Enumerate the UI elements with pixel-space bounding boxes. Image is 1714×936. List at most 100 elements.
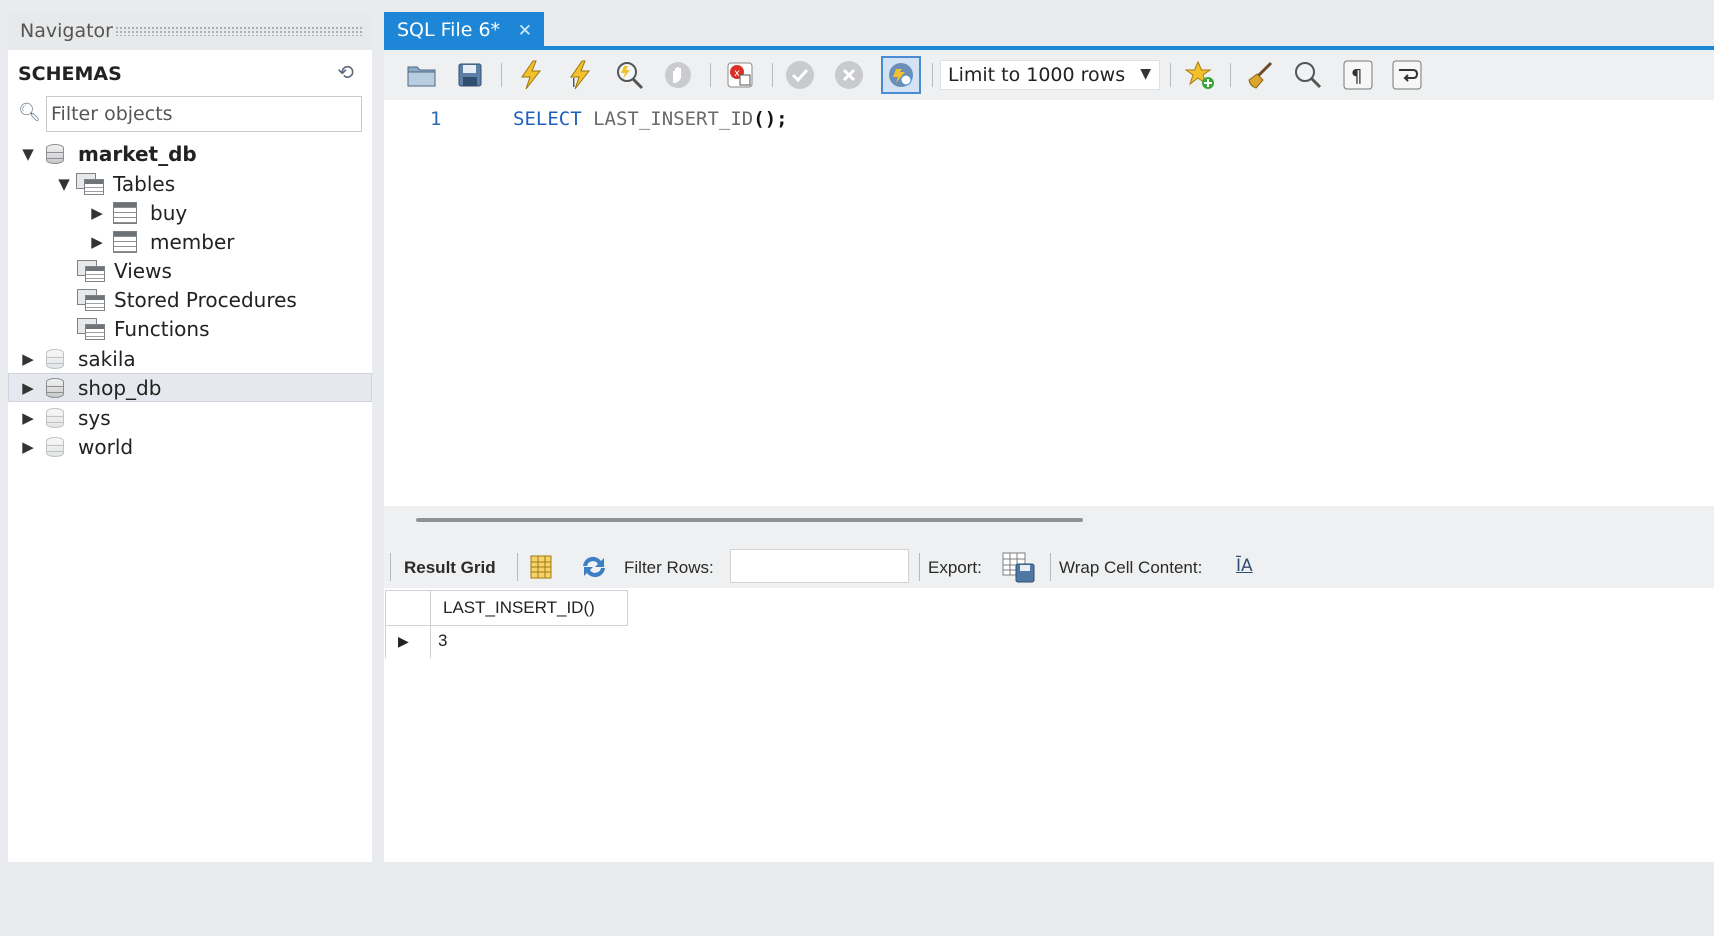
views-folder-icon	[77, 259, 105, 282]
refresh-icon[interactable]	[579, 554, 609, 584]
expand-arrow-icon[interactable]: ▶	[20, 409, 36, 427]
execute-current-icon[interactable]: I	[564, 59, 596, 91]
schemas-label: SCHEMAS	[18, 63, 122, 85]
beautify-icon[interactable]	[1244, 59, 1276, 91]
open-file-icon[interactable]	[406, 59, 438, 91]
toolbar-separator	[1170, 63, 1171, 87]
grid-corner	[385, 590, 431, 626]
svg-text:x: x	[734, 68, 740, 79]
filter-row: 🔍︎	[8, 94, 372, 134]
close-icon[interactable]: ✕	[518, 21, 532, 41]
expand-arrow-icon[interactable]: ▶	[89, 233, 105, 251]
export-label: Export:	[928, 558, 982, 577]
wrap-cell-label: Wrap Cell Content:	[1059, 558, 1203, 577]
current-row-arrow-icon: ▶	[398, 634, 409, 650]
tree-item-label: Tables	[113, 171, 176, 196]
tree-item-label: Views	[114, 258, 172, 283]
toolbar-separator	[772, 63, 773, 87]
expand-arrow-icon[interactable]: ▶	[89, 204, 105, 222]
tree-item-shop-db[interactable]: ▶ shop_db	[8, 373, 372, 402]
toolbar-separator	[1230, 63, 1231, 87]
rollback-icon[interactable]	[833, 59, 865, 91]
collapse-arrow-icon[interactable]: ▼	[56, 175, 72, 193]
limit-rows-select[interactable]: Limit to 1000 rows ▼	[940, 60, 1160, 90]
tree-item-stored-procedures[interactable]: Stored Procedures	[8, 285, 372, 314]
schemas-bar: SCHEMAS	[8, 56, 372, 92]
toolbar-separator	[919, 553, 920, 581]
column-header[interactable]: LAST_INSERT_ID()	[430, 590, 628, 626]
tree-item-sakila[interactable]: ▶ sakila	[8, 344, 372, 373]
stop-icon[interactable]	[662, 59, 694, 91]
tree-item-views[interactable]: Views	[8, 256, 372, 285]
expand-arrow-icon[interactable]: ▶	[20, 438, 36, 456]
execute-icon[interactable]	[515, 59, 547, 91]
commit-icon[interactable]	[784, 59, 816, 91]
database-icon	[44, 142, 66, 166]
sql-editor[interactable]: 1 SELECT LAST_INSERT_ID();	[384, 100, 1714, 506]
filter-rows-input[interactable]	[730, 549, 909, 583]
tab-sql-file[interactable]: SQL File 6* ✕	[384, 12, 544, 48]
tree-item-label: buy	[150, 200, 188, 225]
table-icon	[113, 201, 137, 224]
filter-objects-input[interactable]	[46, 96, 362, 132]
tree-item-label: market_db	[78, 141, 197, 166]
svg-text:¶: ¶	[1351, 66, 1362, 87]
filter-rows-label: Filter Rows:	[624, 558, 714, 577]
tree-item-buy[interactable]: ▶ buy	[8, 198, 372, 227]
explain-icon[interactable]	[613, 59, 645, 91]
navigator-title: Navigator	[20, 20, 113, 42]
row-marker[interactable]: ▶	[385, 626, 431, 658]
result-grid-tab[interactable]: Result Grid	[404, 558, 496, 578]
tree-item-functions[interactable]: Functions	[8, 314, 372, 343]
navigator-panel: Navigator SCHEMAS ⟲ 🔍︎ ▼ market_db ▼ Tab…	[8, 12, 372, 862]
tree-item-member[interactable]: ▶ member	[8, 227, 372, 256]
save-icon[interactable]	[454, 59, 486, 91]
autocommit-icon[interactable]	[881, 56, 921, 94]
result-toolbar: Result Grid Filter Rows: Export: Wrap Ce…	[384, 546, 1714, 588]
find-icon[interactable]	[1292, 59, 1324, 91]
result-grid: LAST_INSERT_ID() ▶ 3	[384, 588, 1714, 862]
invisible-chars-icon[interactable]: ¶	[1342, 59, 1374, 91]
horizontal-scrollbar[interactable]	[416, 518, 1083, 522]
wrap-cell-icon[interactable]: ĪA	[1236, 556, 1253, 576]
toolbar-separator	[501, 63, 502, 87]
tree-item-label: Stored Procedures	[114, 287, 297, 312]
toolbar-separator	[517, 553, 518, 581]
toolbar-separator	[932, 63, 933, 87]
limit-rows-value: Limit to 1000 rows	[948, 64, 1126, 86]
sql-function: LAST_INSERT_ID	[593, 108, 754, 130]
tree-item-world[interactable]: ▶ world	[8, 432, 372, 461]
tree-item-sys[interactable]: ▶ sys	[8, 403, 372, 432]
tab-label: SQL File 6*	[397, 19, 501, 41]
add-snippet-icon[interactable]	[1184, 59, 1216, 91]
functions-folder-icon	[77, 317, 105, 340]
table-icon	[113, 230, 137, 253]
tree-item-label: member	[150, 229, 235, 254]
editor-splitter[interactable]	[384, 506, 1714, 546]
tree-item-label: Functions	[114, 316, 210, 341]
export-icon[interactable]	[1002, 551, 1036, 587]
toolbar-separator	[710, 63, 711, 87]
column-header-label: LAST_INSERT_ID()	[443, 598, 595, 617]
tree-item-label: sys	[78, 405, 111, 430]
expand-arrow-icon[interactable]: ▶	[20, 350, 36, 368]
tree-item-label: shop_db	[78, 375, 162, 400]
toolbar-separator	[1050, 553, 1051, 581]
search-icon: 🔍︎	[18, 102, 41, 123]
wrap-lines-icon[interactable]	[1391, 59, 1423, 91]
sql-punctuation: ();	[753, 108, 788, 130]
tree-item-label: world	[78, 434, 134, 459]
refresh-schemas-icon[interactable]: ⟲	[337, 60, 354, 84]
toggle-error-icon[interactable]: x	[724, 59, 756, 91]
database-icon	[44, 376, 66, 400]
grid-layout-icon[interactable]	[530, 555, 552, 583]
tree-item-market-db[interactable]: ▼ market_db	[8, 139, 372, 168]
sql-line-1[interactable]: SELECT LAST_INSERT_ID();	[513, 108, 788, 130]
navigator-grip[interactable]	[114, 26, 364, 36]
tree-item-tables[interactable]: ▼ Tables	[8, 169, 372, 198]
tree-item-label: sakila	[78, 346, 136, 371]
expand-arrow-icon[interactable]: ▶	[20, 379, 36, 397]
table-cell[interactable]: 3	[438, 631, 447, 651]
procedures-folder-icon	[77, 288, 105, 311]
collapse-arrow-icon[interactable]: ▼	[20, 145, 36, 163]
